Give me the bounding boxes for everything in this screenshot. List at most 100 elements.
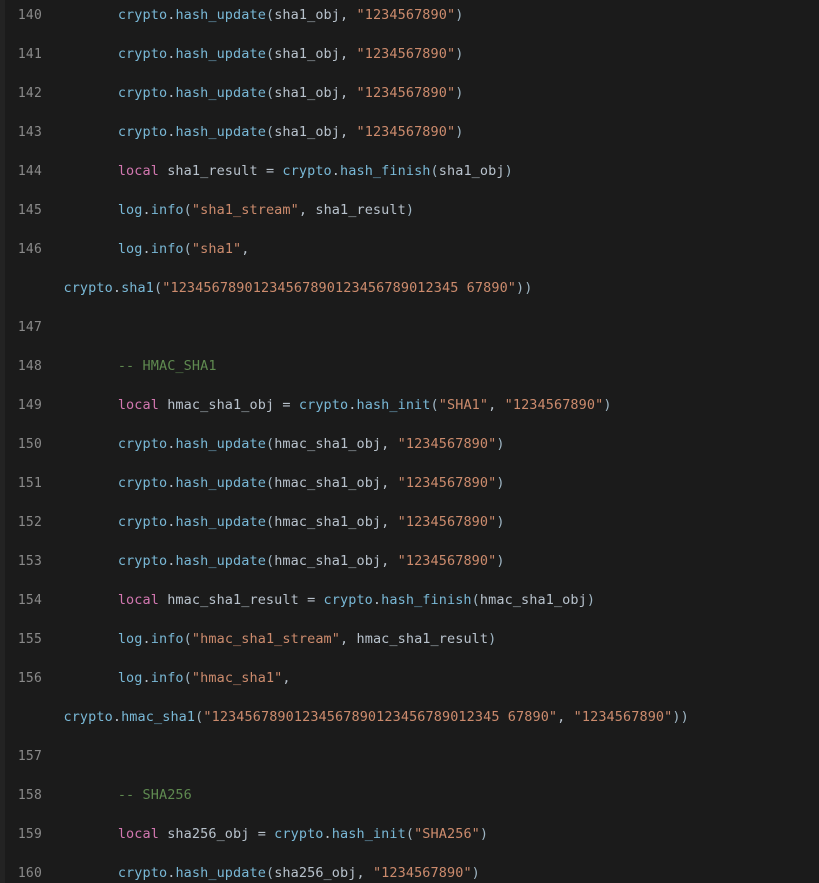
- token-paren: )): [672, 709, 689, 725]
- code-row[interactable]: 154 local hmac_sha1_result = crypto.hash…: [0, 592, 819, 631]
- code-row[interactable]: 143 crypto.hash_update(sha1_obj, "123456…: [0, 124, 819, 163]
- code-row[interactable]: 152 crypto.hash_update(hmac_sha1_obj, "1…: [0, 514, 819, 553]
- token-paren: (: [265, 436, 275, 452]
- token-op: =: [274, 397, 299, 413]
- token-str: "1234567890": [573, 709, 673, 725]
- token-comment: -- HMAC_SHA1: [117, 358, 217, 374]
- line-content[interactable]: crypto.sha1("123456789012345678901234567…: [47, 280, 819, 297]
- token-punc: ,: [340, 85, 357, 101]
- token-str: "12345678901234567890123456789012345 678…: [203, 709, 558, 725]
- line-content[interactable]: crypto.hash_update(sha1_obj, "1234567890…: [52, 46, 819, 63]
- code-wrapped-row[interactable]: crypto.hmac_sha1("1234567890123456789012…: [0, 709, 819, 748]
- token-obj: crypto: [274, 826, 324, 842]
- token-paren: ): [504, 163, 513, 179]
- token-ident: sha1_obj: [274, 124, 341, 140]
- code-row[interactable]: 158 -- SHA256: [0, 787, 819, 826]
- token-paren: ): [496, 553, 505, 569]
- line-content[interactable]: crypto.hmac_sha1("1234567890123456789012…: [47, 709, 819, 726]
- line-number: 143: [17, 125, 42, 140]
- token-punc: ,: [282, 670, 291, 686]
- token-paren: (: [265, 865, 275, 881]
- token-str: "hmac_sha1_stream": [191, 631, 341, 647]
- code-editor[interactable]: 140 crypto.hash_update(sha1_obj, "123456…: [0, 0, 819, 883]
- token-paren: ): [586, 592, 596, 608]
- line-content[interactable]: crypto.hash_update(sha1_obj, "1234567890…: [52, 124, 819, 141]
- token-ident: sha1_obj: [274, 7, 341, 23]
- token-punc: ,: [356, 865, 373, 881]
- token-obj: crypto: [117, 85, 168, 101]
- line-content[interactable]: local sha256_obj = crypto.hash_init("SHA…: [52, 826, 819, 843]
- code-row[interactable]: 141 crypto.hash_update(sha1_obj, "123456…: [0, 46, 819, 85]
- line-content[interactable]: local sha1_result = crypto.hash_finish(s…: [52, 163, 819, 180]
- line-content[interactable]: crypto.hash_update(hmac_sha1_obj, "12345…: [52, 553, 819, 570]
- code-row[interactable]: 144 local sha1_result = crypto.hash_fini…: [0, 163, 819, 202]
- code-row[interactable]: 153 crypto.hash_update(hmac_sha1_obj, "1…: [0, 553, 819, 592]
- token-punc: .: [112, 709, 122, 725]
- line-content[interactable]: crypto.hash_update(sha1_obj, "1234567890…: [52, 85, 819, 102]
- token-fn: hash_update: [175, 553, 266, 569]
- token-ident: hmac_sha1_result: [356, 631, 489, 647]
- code-row[interactable]: 159 local sha256_obj = crypto.hash_init(…: [0, 826, 819, 865]
- code-row[interactable]: 160 crypto.hash_update(sha256_obj, "1234…: [0, 865, 819, 883]
- token-comment: -- SHA256: [117, 787, 192, 803]
- line-content[interactable]: log.info("sha1",: [52, 241, 819, 258]
- line-content[interactable]: crypto.hash_update(hmac_sha1_obj, "12345…: [52, 514, 819, 531]
- code-wrapped-row[interactable]: crypto.sha1("123456789012345678901234567…: [0, 280, 819, 319]
- token-punc: ,: [340, 124, 357, 140]
- token-obj: crypto: [117, 436, 168, 452]
- code-row[interactable]: 151 crypto.hash_update(hmac_sha1_obj, "1…: [0, 475, 819, 514]
- code-row[interactable]: 146 log.info("sha1",: [0, 241, 819, 280]
- code-row[interactable]: 140 crypto.hash_update(sha1_obj, "123456…: [0, 7, 819, 46]
- line-content[interactable]: log.info("hmac_sha1_stream", hmac_sha1_r…: [52, 631, 819, 648]
- token-str: "sha1": [191, 241, 242, 257]
- line-content[interactable]: -- SHA256: [52, 787, 819, 804]
- token-kw: local: [117, 592, 159, 608]
- line-content[interactable]: local hmac_sha1_result = crypto.hash_fin…: [52, 592, 819, 609]
- line-number: 140: [17, 8, 42, 23]
- line-number: 159: [17, 827, 42, 842]
- token-obj: crypto: [117, 514, 168, 530]
- code-row[interactable]: 148 -- HMAC_SHA1: [0, 358, 819, 397]
- token-paren: (: [183, 670, 192, 686]
- token-paren: ): [405, 202, 415, 218]
- line-content[interactable]: crypto.hash_update(hmac_sha1_obj, "12345…: [52, 436, 819, 453]
- token-str: "1234567890": [397, 553, 497, 569]
- line-number: 149: [17, 398, 42, 413]
- line-content[interactable]: crypto.hash_update(sha1_obj, "1234567890…: [52, 7, 819, 24]
- line-number: 156: [17, 671, 42, 686]
- line-content[interactable]: log.info("sha1_stream", sha1_result): [52, 202, 819, 219]
- line-content[interactable]: -- HMAC_SHA1: [52, 358, 819, 375]
- line-content[interactable]: crypto.hash_update(hmac_sha1_obj, "12345…: [52, 475, 819, 492]
- token-obj: crypto: [117, 46, 168, 62]
- token-ident: hmac_sha1_obj: [479, 592, 587, 608]
- code-row[interactable]: 150 crypto.hash_update(hmac_sha1_obj, "1…: [0, 436, 819, 475]
- token-paren: (: [471, 592, 480, 608]
- token-paren: ): [455, 124, 464, 140]
- token-paren: ): [496, 475, 505, 491]
- code-row[interactable]: 156 log.info("hmac_sha1",: [0, 670, 819, 709]
- line-number: 157: [17, 749, 42, 764]
- token-fn: hash_update: [175, 514, 266, 530]
- code-row[interactable]: 157: [0, 748, 819, 787]
- line-content[interactable]: log.info("hmac_sha1",: [52, 670, 819, 687]
- token-obj: crypto: [282, 163, 332, 179]
- code-row[interactable]: 145 log.info("sha1_stream", sha1_result): [0, 202, 819, 241]
- token-paren: ): [496, 436, 505, 452]
- token-punc: ,: [241, 241, 250, 257]
- line-content[interactable]: crypto.hash_update(sha256_obj, "12345678…: [52, 865, 819, 882]
- line-content[interactable]: local hmac_sha1_obj = crypto.hash_init("…: [52, 397, 819, 414]
- token-fn: sha1: [121, 280, 154, 296]
- code-row[interactable]: 155 log.info("hmac_sha1_stream", hmac_sh…: [0, 631, 819, 670]
- code-row[interactable]: 142 crypto.hash_update(sha1_obj, "123456…: [0, 85, 819, 124]
- code-row[interactable]: 147: [0, 319, 819, 358]
- token-paren: (: [154, 280, 163, 296]
- token-punc: .: [142, 202, 151, 218]
- token-obj: crypto: [117, 865, 168, 881]
- token-paren: (: [265, 124, 275, 140]
- code-row[interactable]: 149 local hmac_sha1_obj = crypto.hash_in…: [0, 397, 819, 436]
